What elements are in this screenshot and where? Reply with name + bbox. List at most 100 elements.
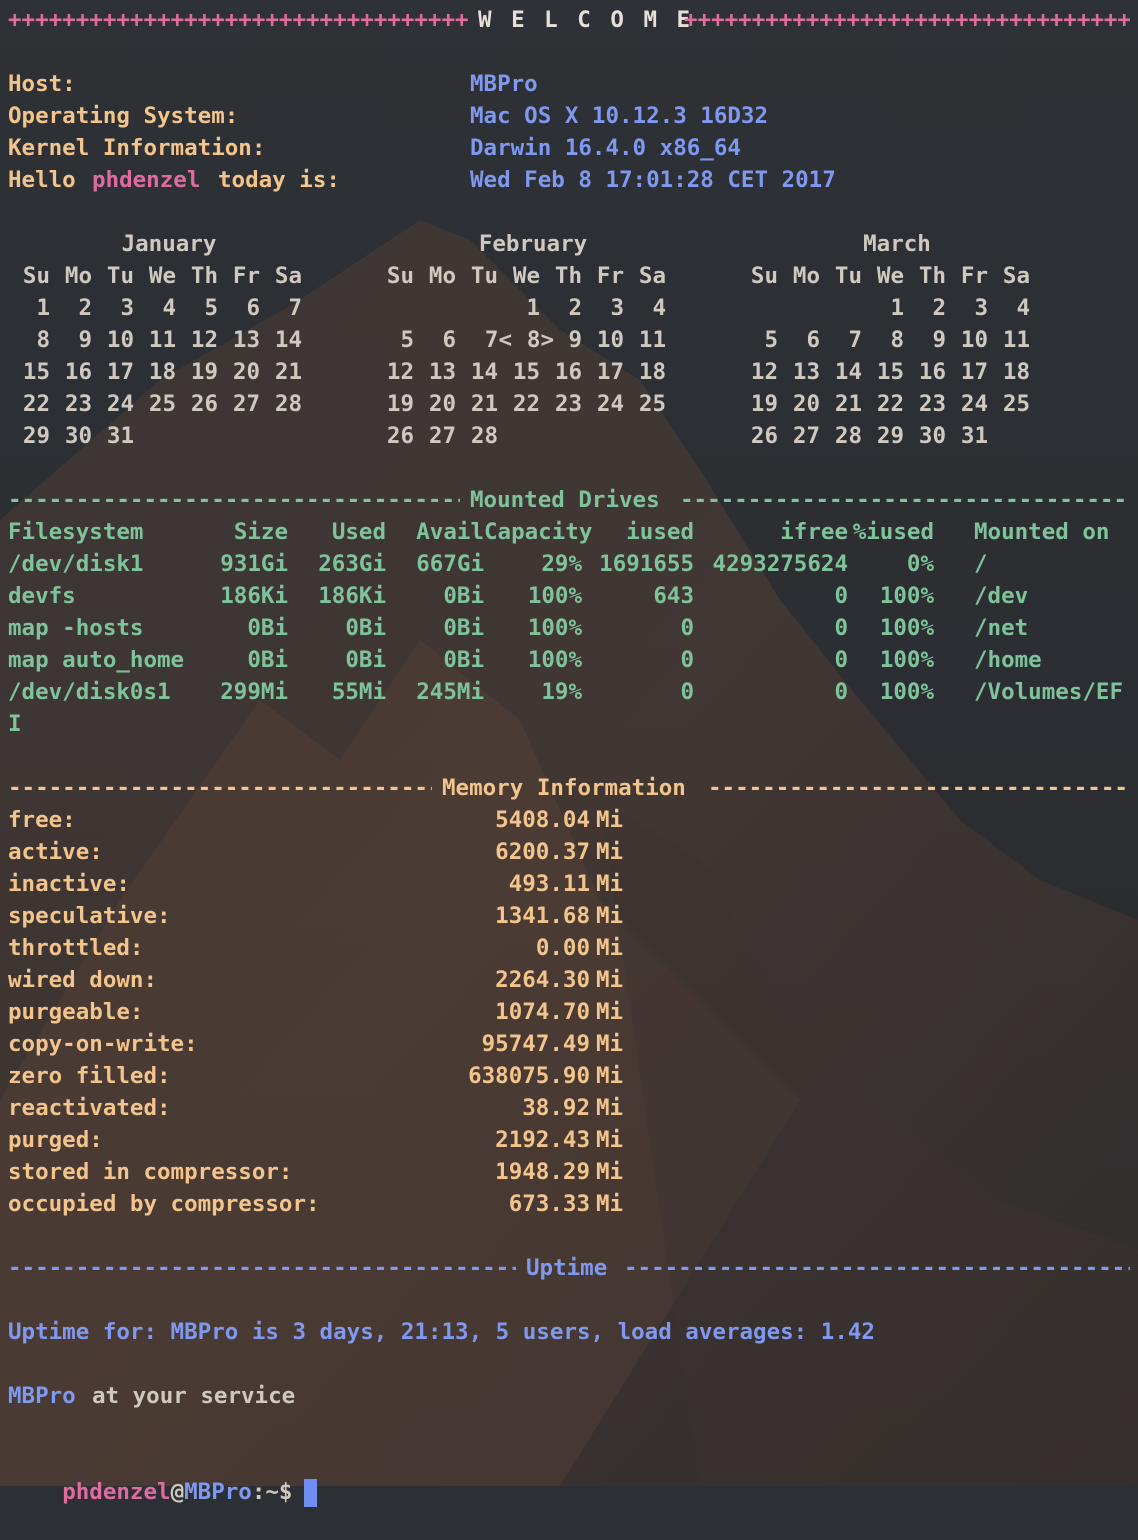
info-label: Host: — [8, 71, 76, 97]
calendar-weekday-row: Su Mo Tu We Th Fr Sa Su Mo Tu We Th Fr Sa Su Mo Tu We Th Fr… — [8, 260, 1130, 292]
drives-cell: devfs — [8, 583, 76, 609]
calendar-day: 23 — [64, 391, 92, 417]
calendar-day: 23 — [918, 391, 946, 417]
calendar-day: 28 — [834, 423, 862, 449]
calendar-day: 17 — [596, 359, 624, 385]
calendar-weekday: Su — [386, 263, 414, 289]
drives-cell: 100% — [527, 583, 582, 609]
drives-cell: 186Ki — [318, 583, 386, 609]
drives-cell: 100% — [879, 679, 934, 705]
drives-cell: 55Mi — [331, 679, 386, 705]
banner-fill-right: ++++++++++++++++++++++++++++++++++++++++… — [684, 7, 1130, 33]
calendar-day: 25 — [148, 391, 176, 417]
memory-label: occupied by compressor: — [8, 1191, 320, 1217]
greeting-date: Wed Feb 8 17:01:28 CET 2017 — [470, 167, 836, 193]
text-cursor[interactable] — [304, 1478, 318, 1507]
calendar-day: 26 — [190, 391, 218, 417]
info-row-os: Operating System: Mac OS X 10.12.3 16D32 — [8, 100, 1130, 132]
drives-cell: 0 — [834, 679, 848, 705]
greeting-row: Hello phdenzel today is: Wed Feb 8 17:01… — [8, 164, 1130, 196]
memory-row: reactivated: 38.92 Mi — [8, 1092, 1130, 1124]
memory-label: active: — [8, 839, 103, 865]
drives-cell: 0 — [680, 615, 694, 641]
memory-unit: Mi — [596, 839, 624, 865]
calendar-day: 28 — [470, 423, 498, 449]
memory-unit: Mi — [596, 999, 624, 1025]
calendar-day: 18 — [1002, 359, 1030, 385]
calendar-day: 7 — [288, 295, 302, 321]
calendar-weekday: Fr — [960, 263, 988, 289]
memory-label: stored in compressor: — [8, 1159, 293, 1185]
table-row: /dev/disk1 931Gi 263Gi 667Gi 29% 1691655 42932… — [8, 548, 1130, 580]
memory-value: 1948.29 — [495, 1159, 590, 1185]
welcome-banner: ++++++++++++++++++++++++++++++++++++++++… — [8, 4, 1130, 36]
calendar-day: 24 — [596, 391, 624, 417]
calendar-month-row: January February March — [8, 228, 1130, 260]
calendar-day: 27 — [232, 391, 260, 417]
calendar-day: 6 — [806, 327, 820, 353]
prompt-at: @ — [170, 1479, 185, 1505]
calendar-day: 15 — [22, 359, 50, 385]
drives-cell: 0Bi — [247, 647, 288, 673]
drives-cell: 667Gi — [416, 551, 484, 577]
table-row: map auto_home 0Bi 0Bi 0Bi 100% 0 0 100% /home — [8, 644, 1130, 676]
memory-label: zero filled: — [8, 1063, 171, 1089]
calendar-day: 9 — [568, 327, 582, 353]
calendar-day: 17 — [106, 359, 134, 385]
uptime-section-title: Uptime — [526, 1255, 608, 1281]
drives-column-header: Used — [331, 519, 386, 545]
memory-value: 673.33 — [508, 1191, 590, 1217]
memory-value: 6200.37 — [495, 839, 590, 865]
calendar-day: 1 — [890, 295, 904, 321]
calendar-day: 14 — [274, 327, 302, 353]
table-row: /dev/disk0s1 299Mi 55Mi 245Mi 19% 0 0 100% /Volu… — [8, 676, 1130, 708]
calendar-day: 18 — [148, 359, 176, 385]
table-row: map -hosts 0Bi 0Bi 0Bi 100% 0 0 100% /net — [8, 612, 1130, 644]
calendar-day: 24 — [960, 391, 988, 417]
calendar-day: 8 — [890, 327, 904, 353]
calendar-day: 14 — [470, 359, 498, 385]
calendar-day: 22 — [22, 391, 50, 417]
calendar-day: 25 — [638, 391, 666, 417]
drives-cell: 29% — [541, 551, 582, 577]
calendar-weekday: Fr — [232, 263, 260, 289]
memory-row: active: 6200.37 Mi — [8, 836, 1130, 868]
drives-section-header: ----------------------------------------… — [8, 484, 1130, 516]
memory-value: 638075.90 — [468, 1063, 590, 1089]
shell-prompt[interactable]: phdenzel@MBPro:~$ — [8, 1444, 1130, 1507]
calendar-weekday: Fr — [596, 263, 624, 289]
memory-label: copy-on-write: — [8, 1031, 198, 1057]
calendar-day: 5 — [764, 327, 778, 353]
memory-unit: Mi — [596, 967, 624, 993]
info-value: MBPro — [470, 71, 538, 97]
memory-row: inactive: 493.11 Mi — [8, 868, 1130, 900]
drives-cell: /dev/disk0s1 — [8, 679, 171, 705]
calendar-day: 7< — [484, 327, 512, 353]
memory-row: wired down: 2264.30 Mi — [8, 964, 1130, 996]
calendar-day: 4 — [1016, 295, 1030, 321]
calendar-weekday: Th — [190, 263, 218, 289]
terminal[interactable]: ++++++++++++++++++++++++++++++++++++++++… — [8, 4, 1130, 1507]
calendar-weekday: Su — [750, 263, 778, 289]
memory-value: 0.00 — [535, 935, 590, 961]
memory-row: free: 5408.04 Mi — [8, 804, 1130, 836]
drives-cell: 299Mi — [220, 679, 288, 705]
memory-unit: Mi — [596, 935, 624, 961]
drives-cell: /net — [974, 615, 1029, 641]
drives-column-header: Filesystem — [8, 519, 144, 545]
calendar-week-row: 1 2 3 4 5 6 7 1 2 3 4 1 2 3 4 — [8, 292, 1130, 324]
drives-cell: 100% — [527, 615, 582, 641]
calendar-day: 29 — [876, 423, 904, 449]
calendar-day: 16 — [64, 359, 92, 385]
drives-cell: 100% — [879, 615, 934, 641]
drives-cell: /dev/disk1 — [8, 551, 144, 577]
table-row: devfs 186Ki 186Ki 0Bi 100% 643 0 100% /dev — [8, 580, 1130, 612]
uptime-rule-left: ----------------------------------------… — [8, 1255, 516, 1281]
calendar-day: 16 — [918, 359, 946, 385]
calendar-day: 3 — [610, 295, 624, 321]
drives-rule-left: ----------------------------------------… — [8, 487, 460, 513]
calendar-day: 19 — [386, 391, 414, 417]
memory-row: purgeable: 1074.70 Mi — [8, 996, 1130, 1028]
memory-unit: Mi — [596, 1063, 624, 1089]
drives-cell: 0 — [834, 647, 848, 673]
